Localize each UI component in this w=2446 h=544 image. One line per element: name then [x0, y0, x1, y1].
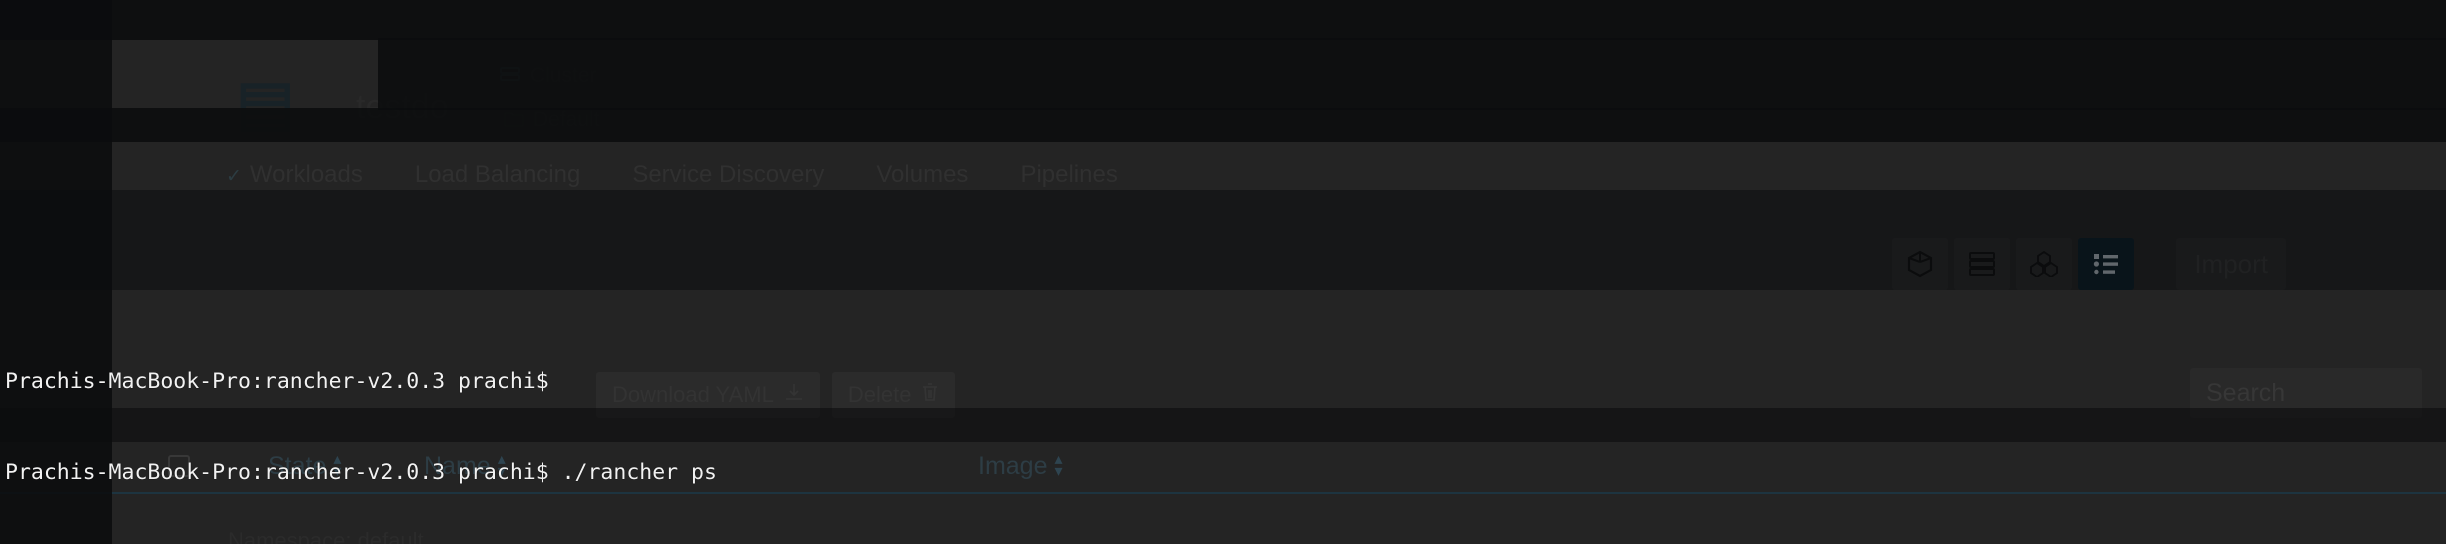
terminal-pane-block [0, 190, 2446, 290]
terminal-window[interactable]: Prachis-MacBook-Pro:rancher-v2.0.3 prach… [0, 0, 2446, 544]
terminal-line: Prachis-MacBook-Pro:rancher-v2.0.3 prach… [5, 460, 717, 486]
terminal-pane-top [0, 0, 2446, 40]
screen: ▤ testdo Cluster Default Workloads Load … [0, 0, 2446, 544]
terminal-line: Prachis-MacBook-Pro:rancher-v2.0.3 prach… [5, 368, 562, 394]
terminal-pane-mid [378, 38, 2446, 110]
terminal-pane-mid2 [0, 108, 2446, 142]
terminal-output: Prachis-MacBook-Pro:rancher-v2.0.3 prach… [2, 306, 2446, 544]
